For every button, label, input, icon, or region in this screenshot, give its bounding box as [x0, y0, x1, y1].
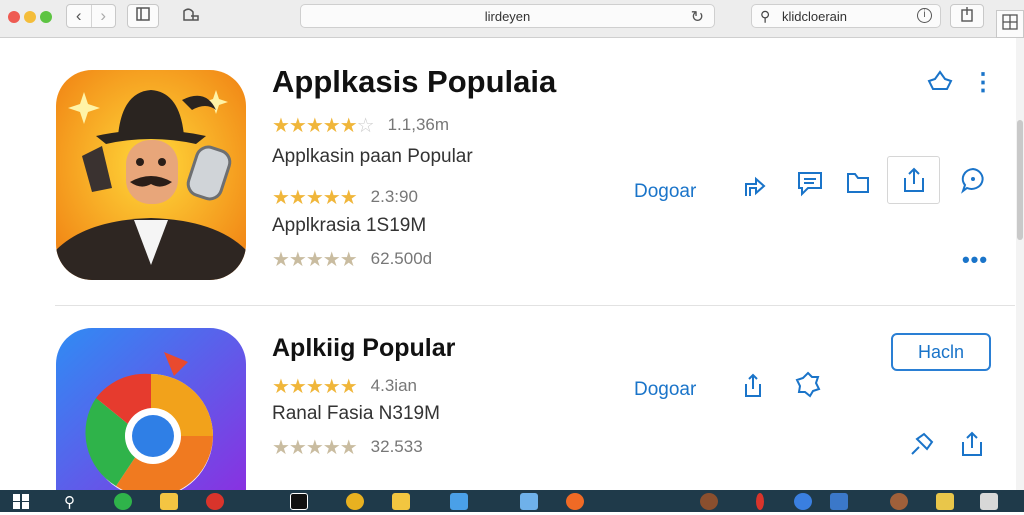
- app-icon-detective[interactable]: [56, 70, 246, 280]
- trash-icon[interactable]: [980, 493, 998, 510]
- badge-icon[interactable]: [792, 368, 824, 400]
- share-icon[interactable]: [899, 164, 929, 196]
- app-subtitle: Ranal Fasia N319M: [272, 403, 440, 424]
- sidebar-button[interactable]: [127, 4, 159, 28]
- scrollbar-track[interactable]: [1016, 38, 1024, 490]
- rating-stars: ★★★★★ 4.3ian: [272, 375, 417, 398]
- sidebar-icon: [136, 6, 150, 26]
- cloud-icon[interactable]: [520, 493, 538, 510]
- firefox-icon[interactable]: [566, 493, 584, 510]
- folder-icon[interactable]: [392, 493, 410, 510]
- chrome-icon[interactable]: [346, 493, 364, 510]
- star-icon: ★★★★★: [272, 248, 358, 271]
- shield-icon: [181, 6, 201, 27]
- edge-icon[interactable]: [794, 493, 812, 510]
- more-horizontal-icon[interactable]: •••: [958, 247, 992, 272]
- share-icon[interactable]: [740, 370, 766, 400]
- zoom-window-button[interactable]: [40, 11, 52, 23]
- app-icon[interactable]: [290, 493, 308, 510]
- rating-stars: ★★★★★ ☆ 1.1,36m: [272, 114, 450, 137]
- windows-start-icon[interactable]: [12, 493, 30, 510]
- share-toolbar-button[interactable]: [950, 4, 984, 28]
- app-subtitle: Applkrasia 1S19M: [272, 215, 427, 236]
- address-bar[interactable]: lirdeyen ↻: [300, 4, 715, 28]
- address-text: lirdeyen: [484, 8, 531, 24]
- pin-icon[interactable]: [906, 428, 938, 460]
- app-title[interactable]: Aplkiig Popular: [272, 334, 455, 363]
- search-field[interactable]: ⚲ klidcloerain i: [751, 4, 941, 28]
- search-text: klidcloerain: [782, 9, 848, 24]
- avatar-icon[interactable]: [890, 493, 908, 510]
- app-subtitle: Applkasin paan Popular: [272, 146, 473, 167]
- whatsapp-icon[interactable]: [114, 493, 132, 510]
- card-divider: [55, 305, 1015, 306]
- rating-count: 32.533: [370, 437, 423, 456]
- star-outline-icon: ☆: [356, 114, 375, 137]
- star-icon: ★★★★★: [272, 375, 358, 398]
- chat-bubble-icon[interactable]: [957, 164, 989, 196]
- star-icon: ★★★★★: [272, 114, 358, 137]
- grid-icon: [1002, 13, 1018, 35]
- taskbar: [0, 490, 1024, 512]
- search-icon: ⚲: [760, 8, 771, 24]
- notes-icon[interactable]: [160, 493, 178, 510]
- folder-icon[interactable]: [936, 493, 954, 510]
- more-vertical-icon[interactable]: ⋮: [971, 68, 995, 96]
- rating-count: 1.1,36m: [387, 115, 450, 134]
- navigation-buttons: ‹ ›: [66, 4, 116, 28]
- forward-button[interactable]: ›: [90, 5, 116, 27]
- store-icon[interactable]: [830, 493, 848, 510]
- reload-icon[interactable]: ↻: [691, 7, 704, 27]
- share-arrow-icon[interactable]: [740, 172, 768, 200]
- rating-count: 4.3ian: [370, 376, 417, 395]
- pin-icon[interactable]: [926, 68, 954, 96]
- info-icon[interactable]: i: [917, 8, 932, 23]
- share-icon[interactable]: [957, 428, 987, 460]
- rating-stars: ★★★★★ 2.3:90: [272, 186, 418, 209]
- scrollbar-thumb[interactable]: [1017, 120, 1023, 240]
- share-icon: [960, 6, 974, 27]
- tab-overview-button[interactable]: [996, 10, 1024, 38]
- app-icon-browser[interactable]: [56, 328, 246, 503]
- star-icon: ★★★★★: [272, 436, 358, 459]
- comment-icon[interactable]: [795, 168, 825, 198]
- get-button[interactable]: Dogoar: [634, 181, 696, 203]
- back-button[interactable]: ‹: [67, 5, 91, 27]
- folder-icon[interactable]: [843, 168, 873, 198]
- file-icon[interactable]: [450, 493, 468, 510]
- rating-count: 2.3:90: [370, 187, 418, 206]
- shield-button[interactable]: [178, 4, 204, 28]
- close-window-button[interactable]: [8, 11, 20, 23]
- star-icon: ★★★★★: [272, 186, 358, 209]
- opera-icon[interactable]: [206, 493, 224, 510]
- rating-stars: ★★★★★ 62.500d: [272, 248, 433, 271]
- action-button[interactable]: Hacln: [891, 333, 991, 371]
- minimize-window-button[interactable]: [24, 11, 36, 23]
- rating-count: 62.500d: [370, 249, 433, 268]
- get-button[interactable]: Dogoar: [634, 379, 696, 401]
- app-title[interactable]: Applkasis Populaia: [272, 64, 556, 100]
- search-icon[interactable]: ⚲: [64, 493, 82, 511]
- rating-stars: ★★★★★ 32.533: [272, 436, 423, 459]
- notification-icon[interactable]: [756, 493, 764, 510]
- app-icon[interactable]: [700, 493, 718, 510]
